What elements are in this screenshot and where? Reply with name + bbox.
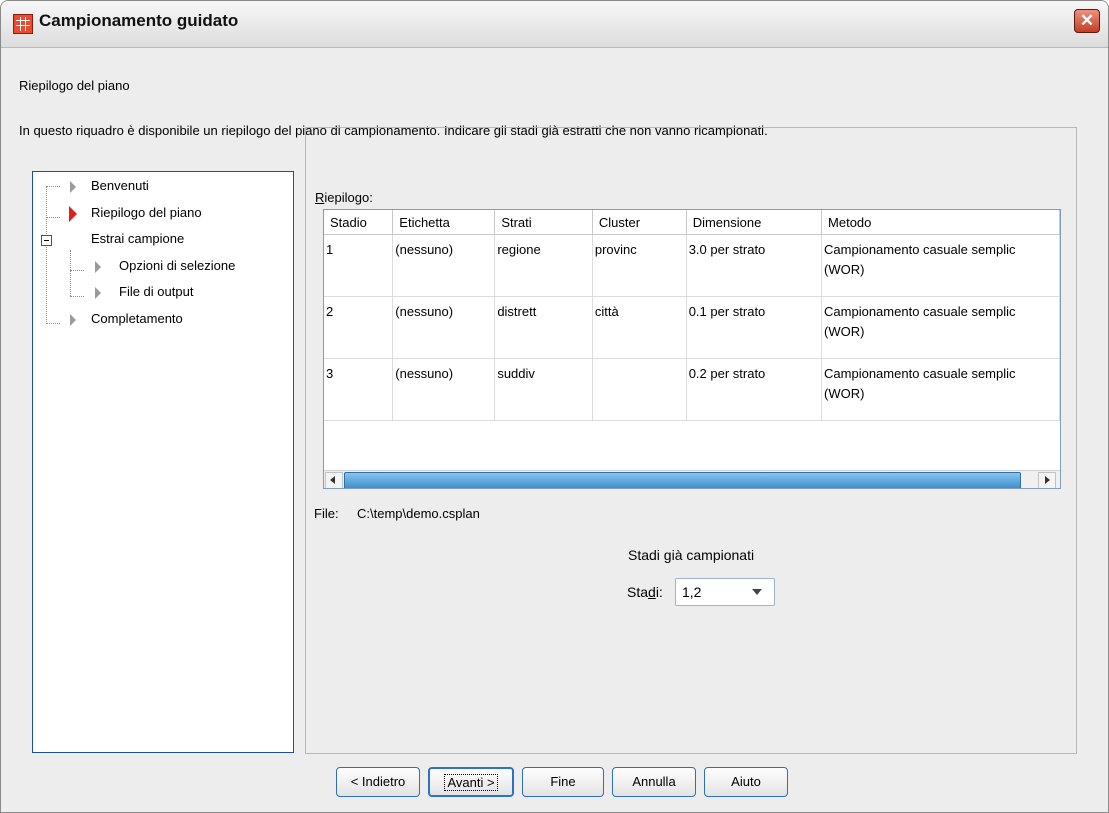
cell-cluster: città <box>592 296 687 359</box>
cell-dimensione: 0.2 per strato <box>686 358 823 421</box>
tree-item-file-output[interactable]: File di output <box>33 284 283 302</box>
column-header[interactable]: Etichetta <box>392 210 496 235</box>
column-header[interactable]: Stadio <box>324 210 394 235</box>
stages-label: Stadi: <box>627 584 663 600</box>
metodo-line: (WOR) <box>824 262 865 277</box>
close-button[interactable]: ✕ <box>1074 9 1100 33</box>
chevron-down-icon <box>752 589 762 595</box>
metodo-line: (WOR) <box>824 386 865 401</box>
tree-item-label: Opzioni di selezione <box>119 258 236 273</box>
step-arrow-icon <box>95 287 101 299</box>
stages-dropdown-value: 1,2 <box>682 584 702 600</box>
tree-item-benvenuti[interactable]: Benvenuti <box>33 178 283 196</box>
tree-item-opzioni-selezione[interactable]: Opzioni di selezione <box>33 258 283 276</box>
tree-item-label: Benvenuti <box>91 178 149 193</box>
metodo-line: Campionamento casuale semplic <box>824 366 1016 381</box>
wizard-window: Campionamento guidato ✕ Riepilogo del pi… <box>0 0 1109 813</box>
scroll-left-button[interactable] <box>325 472 343 488</box>
tree-item-estrai-campione[interactable]: Estrai campione <box>33 231 283 249</box>
scroll-right-icon <box>1045 476 1050 484</box>
scroll-left-icon <box>330 476 335 484</box>
stages-dropdown[interactable]: 1,2 <box>675 578 775 606</box>
cell-strati: regione <box>494 234 593 297</box>
cell-dimensione: 3.0 per strato <box>686 234 823 297</box>
column-header[interactable]: Strati <box>494 210 593 235</box>
metodo-line: Campionamento casuale semplic <box>824 242 1016 257</box>
file-path: C:\temp\demo.csplan <box>357 506 480 521</box>
tree-item-label: File di output <box>119 284 194 299</box>
step-arrow-icon <box>95 261 101 273</box>
help-button[interactable]: Aiuto <box>704 767 788 797</box>
tree-item-label: Completamento <box>91 311 183 326</box>
next-button-label: Avanti > <box>444 774 498 791</box>
cell-etichetta: (nessuno) <box>392 296 496 359</box>
cell-cluster: provinc <box>592 234 687 297</box>
summary-grid: Stadio Etichetta Strati Cluster Dimensio… <box>324 210 1060 421</box>
tree-item-completamento[interactable]: Completamento <box>33 311 283 329</box>
title-bar[interactable]: Campionamento guidato ✕ <box>1 1 1108 48</box>
cell-cluster <box>592 358 687 421</box>
summary-label-text: iepilogo: <box>324 190 373 205</box>
metodo-line: Campionamento casuale semplic <box>824 304 1016 319</box>
finish-button[interactable]: Fine <box>522 767 604 797</box>
column-header[interactable]: Metodo <box>821 210 1060 235</box>
cell-stadio: 3 <box>324 358 394 421</box>
tree-item-riepilogo[interactable]: Riepilogo del piano <box>33 205 283 223</box>
scroll-right-button[interactable] <box>1038 472 1056 488</box>
cell-metodo: Campionamento casuale semplic (WOR) <box>821 234 1060 297</box>
app-grid-icon <box>13 14 33 34</box>
window-title: Campionamento guidato <box>39 11 239 30</box>
page-heading: Riepilogo del piano <box>19 78 130 93</box>
cell-metodo: Campionamento casuale semplic (WOR) <box>821 296 1060 359</box>
cell-etichetta: (nessuno) <box>392 234 496 297</box>
metodo-line: (WOR) <box>824 324 865 339</box>
current-step-icon <box>69 206 77 222</box>
file-label: File: <box>314 506 339 521</box>
cell-strati: suddiv <box>494 358 593 421</box>
cell-stadio: 1 <box>324 234 394 297</box>
table-header-row: Stadio Etichetta Strati Cluster Dimensio… <box>324 210 1060 235</box>
table-row[interactable]: 1 (nessuno) regione provinc 3.0 per stra… <box>324 234 1060 297</box>
cell-dimensione: 0.1 per strato <box>686 296 823 359</box>
stages-group-title: Stadi già campionati <box>628 547 755 563</box>
back-button[interactable]: < Indietro <box>336 767 420 797</box>
step-arrow-icon <box>70 314 76 326</box>
step-arrow-icon <box>70 181 76 193</box>
column-header[interactable]: Dimensione <box>686 210 823 235</box>
cell-strati: distrett <box>494 296 593 359</box>
collapse-icon[interactable] <box>41 235 52 246</box>
steps-tree: Benvenuti Riepilogo del piano Estrai cam… <box>32 171 294 753</box>
cell-etichetta: (nessuno) <box>392 358 496 421</box>
table-row[interactable]: 2 (nessuno) distrett città 0.1 per strat… <box>324 296 1060 359</box>
table-row[interactable]: 3 (nessuno) suddiv 0.2 per strato Campio… <box>324 358 1060 421</box>
summary-label: Riepilogo: <box>315 190 373 205</box>
summary-table[interactable]: Stadio Etichetta Strati Cluster Dimensio… <box>323 209 1061 489</box>
next-button[interactable]: Avanti > <box>428 767 514 797</box>
column-header[interactable]: Cluster <box>592 210 687 235</box>
cancel-button[interactable]: Annulla <box>612 767 696 797</box>
cell-metodo: Campionamento casuale semplic (WOR) <box>821 358 1060 421</box>
close-icon: ✕ <box>1079 11 1095 30</box>
cell-stadio: 2 <box>324 296 394 359</box>
horizontal-scrollbar[interactable] <box>324 470 1060 488</box>
scroll-thumb[interactable] <box>344 472 1021 488</box>
tree-item-label: Estrai campione <box>91 231 185 246</box>
tree-item-label: Riepilogo del piano <box>91 205 202 220</box>
